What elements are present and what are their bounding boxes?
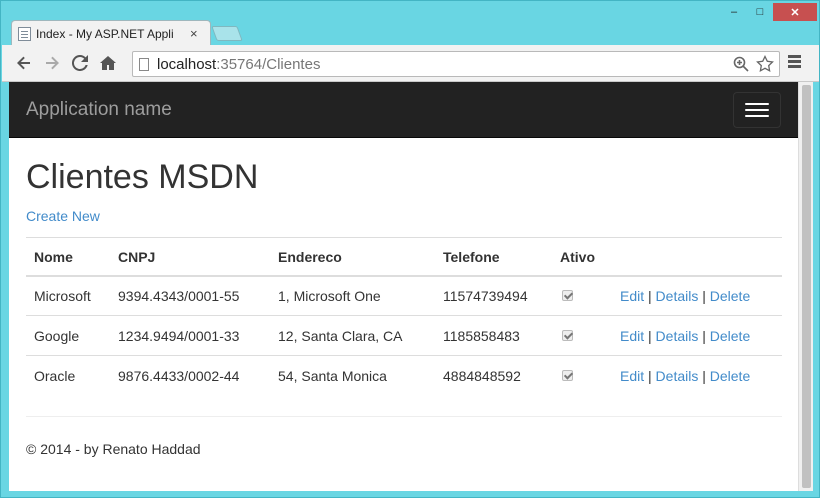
action-separator: | xyxy=(648,327,652,344)
main-content: Clientes MSDN Create New Nome CNPJ Ender… xyxy=(9,158,798,457)
row-actions: Edit | Details | Delete xyxy=(612,355,782,396)
zoom-icon[interactable] xyxy=(731,54,751,74)
reload-icon xyxy=(72,55,88,71)
edit-link[interactable]: Edit xyxy=(620,288,644,304)
page-icon xyxy=(139,57,149,71)
action-separator: | xyxy=(702,288,706,305)
header-nome: Nome xyxy=(26,237,110,277)
page-favicon-icon xyxy=(18,26,31,41)
vertical-scrollbar[interactable] xyxy=(798,82,813,491)
table-row: Oracle 9876.4433/0002-44 54, Santa Monic… xyxy=(26,355,782,396)
browser-menu-icon[interactable] xyxy=(788,55,804,71)
minimize-button[interactable]: – xyxy=(721,3,747,21)
bookmark-star-icon[interactable] xyxy=(755,54,775,74)
cell-ativo xyxy=(552,276,612,316)
edit-link[interactable]: Edit xyxy=(620,368,644,384)
home-icon xyxy=(100,56,116,70)
edit-link[interactable]: Edit xyxy=(620,328,644,344)
action-separator: | xyxy=(702,327,706,344)
browser-window: Index - My ASP.NET Appli × – □ ✕ localho… xyxy=(0,0,820,498)
cell-telefone: 1185858483 xyxy=(435,315,552,356)
header-actions xyxy=(612,237,782,277)
url-host: localhost xyxy=(157,55,217,73)
row-actions: Edit | Details | Delete xyxy=(612,315,782,356)
cell-ativo xyxy=(552,315,612,356)
page-title: Clientes MSDN xyxy=(26,158,259,196)
url-path: :35764/Clientes xyxy=(216,55,321,73)
window-controls: – □ ✕ xyxy=(721,3,817,21)
home-button[interactable] xyxy=(94,49,122,77)
clientes-table: Nome CNPJ Endereco Telefone Ativo Micros… xyxy=(26,237,782,396)
details-link[interactable]: Details xyxy=(656,328,699,344)
header-ativo: Ativo xyxy=(552,237,612,277)
create-new-link[interactable]: Create New xyxy=(26,208,781,224)
cell-cnpj: 1234.9494/0001-33 xyxy=(110,315,270,356)
cell-telefone: 11574739494 xyxy=(443,288,528,305)
ativo-checkbox xyxy=(562,370,573,382)
page-viewport: Application name Clientes MSDN Create Ne… xyxy=(9,82,798,491)
reload-button[interactable] xyxy=(66,49,94,77)
details-link[interactable]: Details xyxy=(656,288,699,304)
browser-toolbar: localhost:35764/Clientes xyxy=(2,45,819,82)
cell-endereco: 1, Microsoft One xyxy=(278,288,381,305)
arrow-right-icon xyxy=(46,56,59,70)
new-tab-button[interactable] xyxy=(211,26,243,41)
table-row: Microsoft 9394.4343/0001-55 1, Microsoft… xyxy=(26,276,782,316)
back-button[interactable] xyxy=(10,49,38,77)
header-endereco: Endereco xyxy=(270,237,435,277)
forward-button[interactable] xyxy=(38,49,66,77)
page-footer: © 2014 - by Renato Haddad xyxy=(26,440,201,457)
cell-nome: Google xyxy=(26,315,110,356)
action-separator: | xyxy=(648,368,652,385)
ativo-checkbox xyxy=(562,329,573,341)
cell-endereco: 54, Santa Monica xyxy=(270,355,435,396)
cell-nome: Microsoft xyxy=(34,288,91,305)
header-telefone: Telefone xyxy=(435,237,552,277)
close-window-button[interactable]: ✕ xyxy=(773,3,817,21)
brand-link[interactable]: Application name xyxy=(26,99,172,121)
action-separator: | xyxy=(648,288,652,305)
tab-title: Index - My ASP.NET Appli xyxy=(36,26,174,41)
tab-strip: Index - My ASP.NET Appli × – □ ✕ xyxy=(1,1,820,46)
table-row: Google 1234.9494/0001-33 12, Santa Clara… xyxy=(26,315,782,356)
delete-link[interactable]: Delete xyxy=(710,288,750,304)
arrow-left-icon xyxy=(17,56,30,70)
cell-cnpj: 9394.4343/0001-55 xyxy=(118,288,240,305)
delete-link[interactable]: Delete xyxy=(710,368,750,384)
site-navbar: Application name xyxy=(9,82,798,138)
tab-close-icon[interactable]: × xyxy=(190,26,198,41)
row-actions: Edit | Details | Delete xyxy=(612,276,782,316)
cell-nome: Oracle xyxy=(26,355,110,396)
ativo-checkbox xyxy=(562,290,573,302)
navbar-toggle-button[interactable] xyxy=(733,91,781,128)
details-link[interactable]: Details xyxy=(656,368,699,384)
delete-link[interactable]: Delete xyxy=(710,328,750,344)
action-separator: | xyxy=(702,368,706,385)
cell-ativo xyxy=(552,355,612,396)
maximize-button[interactable]: □ xyxy=(747,3,773,21)
browser-tab[interactable]: Index - My ASP.NET Appli × xyxy=(11,20,211,46)
table-header-row: Nome CNPJ Endereco Telefone Ativo xyxy=(26,237,782,277)
scrollbar-thumb[interactable] xyxy=(802,85,811,488)
cell-cnpj: 9876.4433/0002-44 xyxy=(110,355,270,396)
footer-divider xyxy=(26,415,782,417)
address-bar[interactable]: localhost:35764/Clientes xyxy=(132,51,780,77)
header-cnpj: CNPJ xyxy=(110,237,270,277)
cell-endereco: 12, Santa Clara, CA xyxy=(270,315,435,356)
cell-telefone: 4884848592 xyxy=(435,355,552,396)
